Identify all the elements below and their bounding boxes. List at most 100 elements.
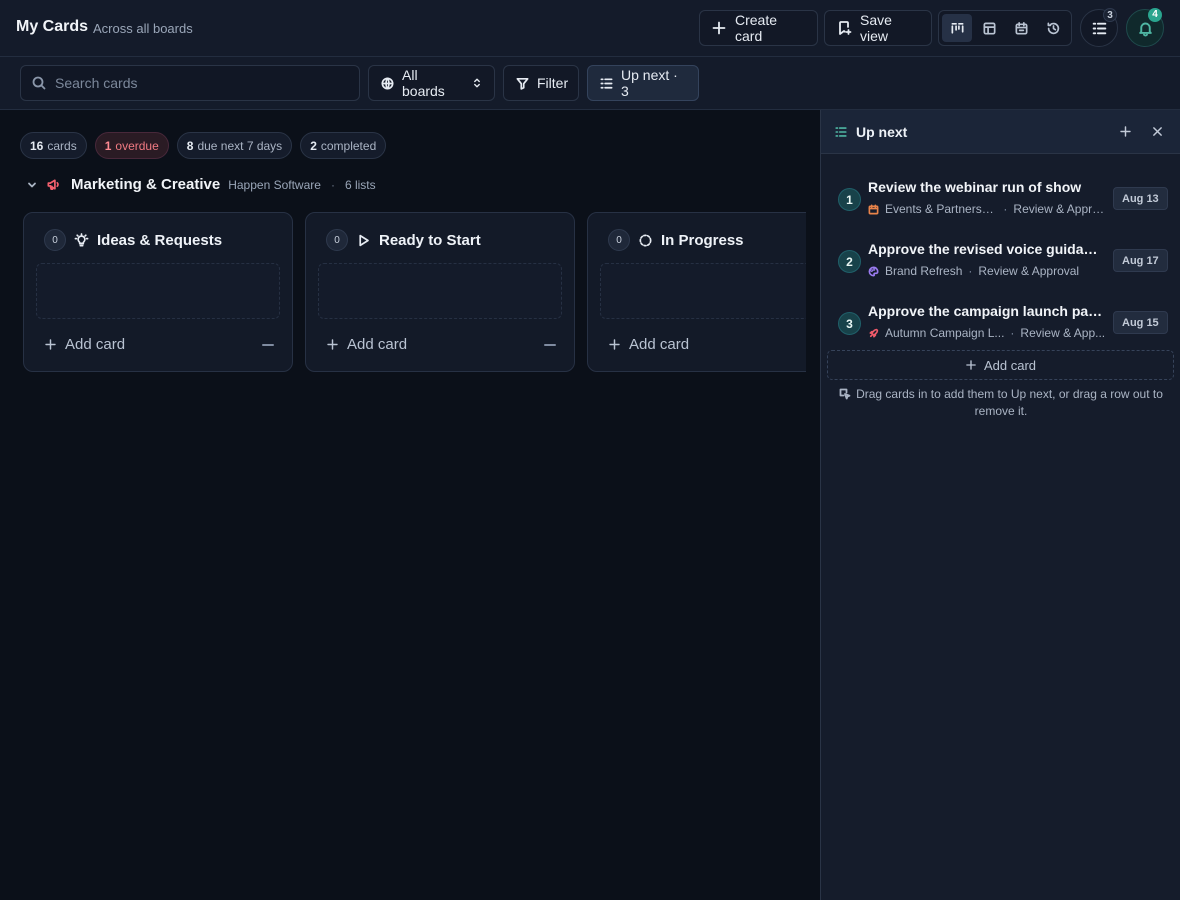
filter-button[interactable]: Filter — [503, 65, 579, 101]
up-next-item-due-date: Aug 13 — [1113, 187, 1168, 210]
chevron-down-icon[interactable] — [26, 179, 38, 191]
calendar-icon — [868, 204, 879, 215]
close-icon[interactable] — [1151, 125, 1164, 138]
plus-icon — [608, 338, 621, 351]
up-next-item[interactable]: 2 Approve the revised voice guidance Bra… — [821, 236, 1180, 296]
up-next-item-rank: 2 — [838, 250, 861, 273]
up-next-button-label: Up next · 3 — [621, 67, 678, 99]
overdue-count: 1 — [104, 138, 112, 153]
board-group-header: Marketing & Creative Happen Software · 6… — [26, 176, 376, 193]
list-menu-handle[interactable] — [544, 344, 556, 346]
plus-icon — [326, 338, 339, 351]
separator-dot: · — [1010, 326, 1015, 340]
up-next-item-list: Review & Appro... — [1013, 202, 1108, 216]
list-ordered-icon — [1091, 20, 1108, 37]
up-next-item-due-date: Aug 15 — [1113, 311, 1168, 334]
list-checks-icon — [834, 125, 848, 139]
add-card-button[interactable]: Add card — [326, 336, 407, 353]
search-input[interactable] — [55, 75, 345, 91]
due-count: 8 — [186, 138, 194, 153]
up-next-item-meta: Brand Refresh · Review & Approval — [868, 264, 1108, 278]
card-dropzone[interactable] — [600, 263, 806, 319]
up-next-panel-header: Up next — [821, 110, 1180, 154]
up-next-count-badge: 3 — [1103, 8, 1117, 22]
list-menu-handle[interactable] — [262, 344, 274, 346]
completed-label: completed — [320, 138, 377, 153]
drag-icon — [839, 388, 851, 400]
list-header: 0 Ideas & Requests — [44, 229, 222, 251]
palette-icon — [868, 266, 879, 277]
up-next-item-list: Review & Approval — [978, 264, 1080, 278]
up-next-item-board: Events & Partnersh... — [885, 202, 998, 216]
calendar-view-icon[interactable] — [1006, 14, 1036, 42]
filter-label: Filter — [537, 75, 569, 91]
rocket-icon — [868, 328, 879, 339]
add-card-button[interactable]: Add card — [44, 336, 125, 353]
up-next-item-meta: Events & Partnersh... · Review & Appro..… — [868, 202, 1108, 216]
card-dropzone[interactable] — [36, 263, 280, 319]
up-next-item-title: Approve the campaign launch pack... — [868, 303, 1103, 319]
list-column: 0 Ideas & Requests Add card — [23, 212, 293, 372]
board-group-list-count: 6 lists — [344, 177, 376, 192]
history-view-icon[interactable] — [1038, 14, 1068, 42]
up-next-item-rank: 1 — [838, 188, 861, 211]
filter-toolbar: All boards Filter Up next · 3 — [0, 57, 1180, 110]
megaphone-icon — [46, 177, 61, 192]
all-boards-select[interactable]: All boards — [368, 65, 495, 101]
card-dropzone[interactable] — [318, 263, 562, 319]
notifications-count-badge: 4 — [1148, 8, 1162, 22]
table-view-icon[interactable] — [974, 14, 1004, 42]
board-view-icon[interactable] — [942, 14, 972, 42]
plus-icon — [44, 338, 57, 351]
board-area: 16 cards 1 overdue 8 due next 7 days 2 c… — [0, 110, 820, 900]
top-header: My Cards Across all boards Create card S… — [0, 0, 1180, 57]
play-icon — [356, 233, 371, 248]
list-column: 0 Ready to Start Add card — [305, 212, 575, 372]
separator-dot: · — [1003, 202, 1008, 216]
up-next-toggle-button[interactable]: 3 — [1080, 8, 1118, 47]
up-next-add-card-button[interactable]: Add card — [827, 350, 1174, 380]
lists-row: 0 Ideas & Requests Add card 0 Ready to S… — [23, 212, 806, 374]
lightbulb-icon — [74, 232, 89, 248]
bell-icon — [1137, 20, 1154, 37]
list-column: 0 In Progress Add card — [587, 212, 806, 372]
up-next-item-title: Approve the revised voice guidance — [868, 241, 1103, 257]
cards-count-chip[interactable]: 16 cards — [20, 132, 87, 159]
plus-icon — [711, 20, 727, 36]
up-next-item-due-date: Aug 17 — [1113, 249, 1168, 272]
plus-icon — [965, 359, 977, 371]
add-card-button[interactable]: Add card — [608, 336, 689, 353]
board-group-name[interactable]: Marketing & Creative — [71, 176, 220, 193]
list-card-count: 0 — [608, 229, 630, 251]
separator-dot: · — [330, 177, 335, 192]
add-card-label: Add card — [65, 336, 126, 353]
up-next-button[interactable]: Up next · 3 — [587, 65, 699, 101]
up-next-item[interactable]: 3 Approve the campaign launch pack... Au… — [821, 298, 1180, 358]
add-icon[interactable] — [1119, 125, 1132, 138]
separator-dot: · — [968, 264, 973, 278]
add-card-label: Add card — [347, 336, 408, 353]
up-next-item-meta: Autumn Campaign L... · Review & App... — [868, 326, 1108, 340]
add-card-label: Add card — [629, 336, 690, 353]
notifications-button[interactable]: 4 — [1126, 8, 1164, 47]
save-view-button[interactable]: Save view — [824, 10, 932, 46]
filter-icon — [515, 76, 530, 91]
loader-circle-icon — [638, 233, 653, 248]
up-next-hint-text: Drag cards in to add them to Up next, or… — [856, 387, 1163, 418]
completed-chip[interactable]: 2 completed — [300, 132, 387, 159]
list-title: Ideas & Requests — [97, 231, 223, 249]
list-title: Ready to Start — [379, 231, 481, 249]
view-switcher — [938, 10, 1072, 46]
list-ordered-icon — [599, 76, 614, 91]
due-soon-chip[interactable]: 8 due next 7 days — [176, 132, 293, 159]
up-next-item[interactable]: 1 Review the webinar run of show Events … — [821, 174, 1180, 234]
page-subtitle: Across all boards — [93, 21, 193, 36]
up-next-item-board: Brand Refresh — [885, 264, 963, 278]
create-card-label: Create card — [735, 12, 778, 44]
globe-icon — [380, 76, 395, 91]
list-header: 0 In Progress — [608, 229, 744, 251]
cards-count: 16 — [30, 138, 44, 153]
overdue-chip[interactable]: 1 overdue — [94, 132, 169, 159]
create-card-button[interactable]: Create card — [699, 10, 818, 46]
cards-label: cards — [47, 138, 77, 153]
